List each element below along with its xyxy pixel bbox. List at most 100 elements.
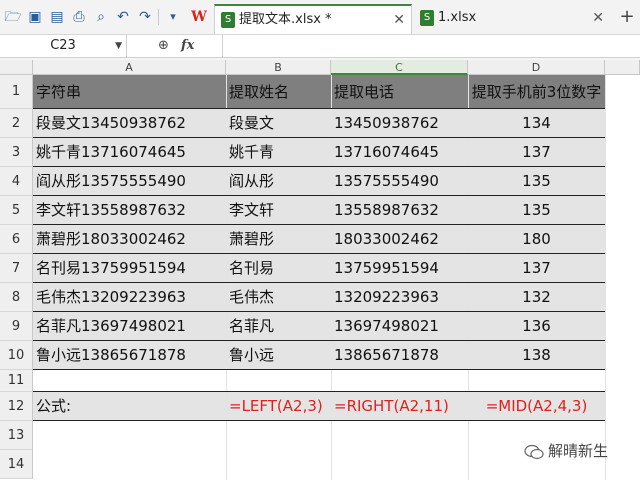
print-icon[interactable]: ⎙ xyxy=(70,8,88,26)
cell-c7[interactable]: 13759951594 xyxy=(334,254,466,283)
select-all-corner[interactable] xyxy=(0,60,33,75)
cell-b10[interactable]: 鲁小远 xyxy=(229,341,329,370)
cell-c8[interactable]: 13209223963 xyxy=(334,283,466,312)
cell-b8[interactable]: 毛伟杰 xyxy=(229,283,329,312)
column-header-c[interactable]: C xyxy=(331,60,468,75)
row-header[interactable]: 2 xyxy=(0,109,33,138)
cell-b11[interactable] xyxy=(229,370,329,392)
tab-active-workbook[interactable]: S 提取文本.xlsx * ✕ xyxy=(214,4,412,34)
row-header[interactable]: 14 xyxy=(0,450,33,479)
cell-b9[interactable]: 名菲凡 xyxy=(229,312,329,341)
cell-d2[interactable]: 134 xyxy=(468,109,605,138)
column-header-e[interactable] xyxy=(605,60,640,75)
cell-b7[interactable]: 名刊易 xyxy=(229,254,329,283)
cell-d1[interactable]: 提取手机前3位数字 xyxy=(468,75,605,109)
cell-c3[interactable]: 13716074645 xyxy=(334,138,466,167)
cell-a14[interactable] xyxy=(36,450,226,479)
row-header[interactable]: 10 xyxy=(0,341,33,370)
column-header-a[interactable]: A xyxy=(33,60,226,75)
title-bar: 🗁 ▣ ▤ ⎙ ⌕ ↶ ↷ ▾ W S 提取文本.xlsx * ✕ S 1.xlsx… xyxy=(0,0,640,35)
zoom-icon[interactable]: ⊕ xyxy=(158,38,169,53)
cell-d7[interactable]: 137 xyxy=(468,254,605,283)
row-border xyxy=(33,224,605,225)
save-icon[interactable]: ▣ xyxy=(26,8,44,26)
row-header[interactable]: 13 xyxy=(0,421,33,450)
cell-d8[interactable]: 132 xyxy=(468,283,605,312)
row-header[interactable]: 1 xyxy=(0,75,33,109)
redo-icon[interactable]: ↷ xyxy=(136,8,154,26)
cell-d12[interactable]: =MID(A2,4,3) xyxy=(468,392,605,421)
row-border xyxy=(33,108,605,109)
close-icon[interactable]: ✕ xyxy=(592,4,604,32)
row-header[interactable]: 11 xyxy=(0,370,33,392)
row-header[interactable]: 12 xyxy=(0,392,33,421)
folder-icon[interactable]: 🗁 xyxy=(4,8,22,26)
row-border xyxy=(33,253,605,254)
chevron-down-icon[interactable]: ▾ xyxy=(164,8,182,26)
cell-b2[interactable]: 段曼文 xyxy=(229,109,329,138)
cell-c9[interactable]: 13697498021 xyxy=(334,312,466,341)
row-header[interactable]: 7 xyxy=(0,254,33,283)
cell-d4[interactable]: 135 xyxy=(468,167,605,196)
cell-d10[interactable]: 138 xyxy=(468,341,605,370)
chevron-down-icon[interactable]: ▼ xyxy=(115,35,122,57)
column-header-d[interactable]: D xyxy=(468,60,605,75)
cell-c1[interactable]: 提取电话 xyxy=(334,75,466,109)
cell-c4[interactable]: 13575555490 xyxy=(334,167,466,196)
cell-d6[interactable]: 180 xyxy=(468,225,605,254)
cell-b5[interactable]: 李文轩 xyxy=(229,196,329,225)
formula-input[interactable] xyxy=(222,35,640,57)
cell-d9[interactable]: 136 xyxy=(468,312,605,341)
cell-b12[interactable]: =LEFT(A2,3) xyxy=(229,392,329,421)
cell-b14[interactable] xyxy=(229,450,329,479)
cell-c13[interactable] xyxy=(334,421,466,450)
export-pdf-icon[interactable]: ▤ xyxy=(48,8,66,26)
undo-icon[interactable]: ↶ xyxy=(114,8,132,26)
cell-c6[interactable]: 18033002462 xyxy=(334,225,466,254)
row-header[interactable]: 9 xyxy=(0,312,33,341)
new-tab-icon[interactable]: + xyxy=(618,8,636,26)
cell-c10[interactable]: 13865671878 xyxy=(334,341,466,370)
cell-a12[interactable]: 公式: xyxy=(36,392,226,421)
name-box[interactable]: C23 ▼ xyxy=(0,35,127,57)
row-header[interactable]: 5 xyxy=(0,196,33,225)
cell-a8[interactable]: 毛伟杰13209223963 xyxy=(36,283,226,312)
cell-a11[interactable] xyxy=(36,370,226,392)
cell-a2[interactable]: 段曼文13450938762 xyxy=(36,109,226,138)
close-icon[interactable]: ✕ xyxy=(393,6,405,34)
cell-b4[interactable]: 阎从彤 xyxy=(229,167,329,196)
cell-b3[interactable]: 姚千青 xyxy=(229,138,329,167)
function-icon[interactable]: fx xyxy=(181,38,194,53)
watermark-text: 解晴新生 xyxy=(548,442,609,460)
column-header-b[interactable]: B xyxy=(226,60,331,75)
cell-b1[interactable]: 提取姓名 xyxy=(229,75,329,109)
row-header[interactable]: 4 xyxy=(0,167,33,196)
row-header[interactable]: 6 xyxy=(0,225,33,254)
cell-c12[interactable]: =RIGHT(A2,11) xyxy=(334,392,466,421)
cell-a9[interactable]: 名菲凡13697498021 xyxy=(36,312,226,341)
cell-a3[interactable]: 姚千青13716074645 xyxy=(36,138,226,167)
cell-a7[interactable]: 名刊易13759951594 xyxy=(36,254,226,283)
print-preview-icon[interactable]: ⌕ xyxy=(92,8,110,26)
cell-a1[interactable]: 字符串 xyxy=(36,75,226,109)
cell-c14[interactable] xyxy=(334,450,466,479)
cell-a10[interactable]: 鲁小远13865671878 xyxy=(36,341,226,370)
cell-b13[interactable] xyxy=(229,421,329,450)
row-border xyxy=(33,195,605,196)
row-header[interactable]: 8 xyxy=(0,283,33,312)
cell-a5[interactable]: 李文轩13558987632 xyxy=(36,196,226,225)
cell-b6[interactable]: 萧碧彤 xyxy=(229,225,329,254)
wps-logo-icon[interactable]: W xyxy=(190,8,208,26)
formula-bar: C23 ▼ ⊕ fx xyxy=(0,35,640,58)
cell-c5[interactable]: 13558987632 xyxy=(334,196,466,225)
cell-a6[interactable]: 萧碧彤18033002462 xyxy=(36,225,226,254)
cell-d3[interactable]: 137 xyxy=(468,138,605,167)
tab-workbook[interactable]: S 1.xlsx ✕ xyxy=(414,4,610,32)
cell-d11[interactable] xyxy=(468,370,605,392)
cell-d5[interactable]: 135 xyxy=(468,196,605,225)
cell-a4[interactable]: 阎从彤13575555490 xyxy=(36,167,226,196)
cell-a13[interactable] xyxy=(36,421,226,450)
cell-c2[interactable]: 13450938762 xyxy=(334,109,466,138)
cell-c11[interactable] xyxy=(334,370,466,392)
row-header[interactable]: 3 xyxy=(0,138,33,167)
